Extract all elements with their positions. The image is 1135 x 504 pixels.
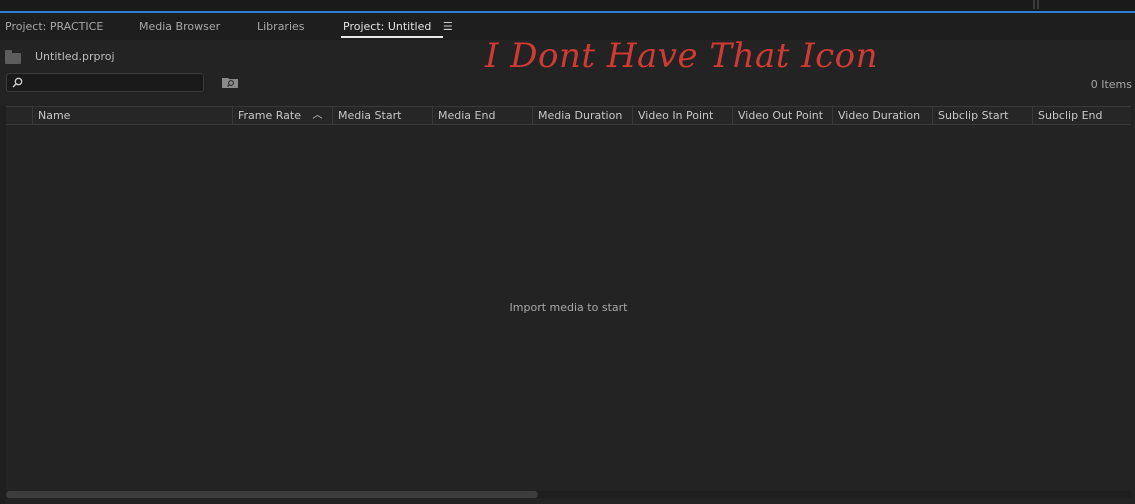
tab-project-untitled[interactable]: Project: Untitled ☰ [343, 20, 453, 33]
column-header-media-end[interactable]: Media End [432, 107, 532, 124]
items-count: 0 Items [1090, 78, 1132, 91]
tab-media-browser[interactable]: Media Browser [139, 20, 220, 33]
tab-label: Libraries [257, 20, 305, 33]
column-header-video-duration[interactable]: Video Duration [832, 107, 932, 124]
column-header-subclip-end[interactable]: Subclip End [1032, 107, 1131, 124]
project-file-name: Untitled.prproj [35, 50, 115, 63]
tab-label: Project: Untitled [343, 20, 432, 33]
search-input[interactable] [27, 75, 203, 92]
column-header-video-out-point[interactable]: Video Out Point [732, 107, 832, 124]
new-search-bin-icon[interactable] [222, 76, 238, 88]
top-window-bar [0, 0, 1135, 13]
bin-list-area[interactable]: Import media to start [6, 125, 1131, 487]
search-icon [12, 77, 23, 88]
empty-state-message: Import media to start [509, 301, 628, 314]
project-panel: Untitled.prproj I Dont Have That Icon 0 … [0, 36, 1135, 504]
column-header-video-in-point[interactable]: Video In Point [632, 107, 732, 124]
table-header: Name Frame Rate ︿ Media Start Media End … [6, 106, 1131, 125]
horizontal-scrollbar[interactable] [6, 491, 1131, 498]
column-header-media-duration[interactable]: Media Duration [532, 107, 632, 124]
column-header-subclip-start[interactable]: Subclip Start [932, 107, 1032, 124]
tab-project-practice[interactable]: Project: PRACTICE [5, 20, 103, 33]
active-tab-indicator [341, 36, 443, 38]
panel-divider[interactable] [1037, 0, 1039, 9]
folder-icon [5, 50, 21, 64]
annotation-text: I Dont Have That Icon [485, 36, 879, 76]
column-header-label-color[interactable] [6, 107, 32, 124]
tab-label: Project: PRACTICE [5, 20, 104, 33]
column-header-media-start[interactable]: Media Start [332, 107, 432, 124]
panel-divider[interactable] [1033, 0, 1035, 9]
horizontal-scrollbar-thumb[interactable] [6, 491, 538, 498]
column-header-name[interactable]: Name [32, 107, 232, 124]
tab-libraries[interactable]: Libraries [257, 20, 305, 33]
hamburger-menu-icon[interactable]: ☰ [443, 20, 453, 33]
column-header-frame-rate[interactable]: Frame Rate ︿ [232, 107, 332, 124]
search-field[interactable] [6, 73, 204, 92]
sort-ascending-icon: ︿ [312, 110, 323, 121]
tab-label: Media Browser [139, 20, 221, 33]
